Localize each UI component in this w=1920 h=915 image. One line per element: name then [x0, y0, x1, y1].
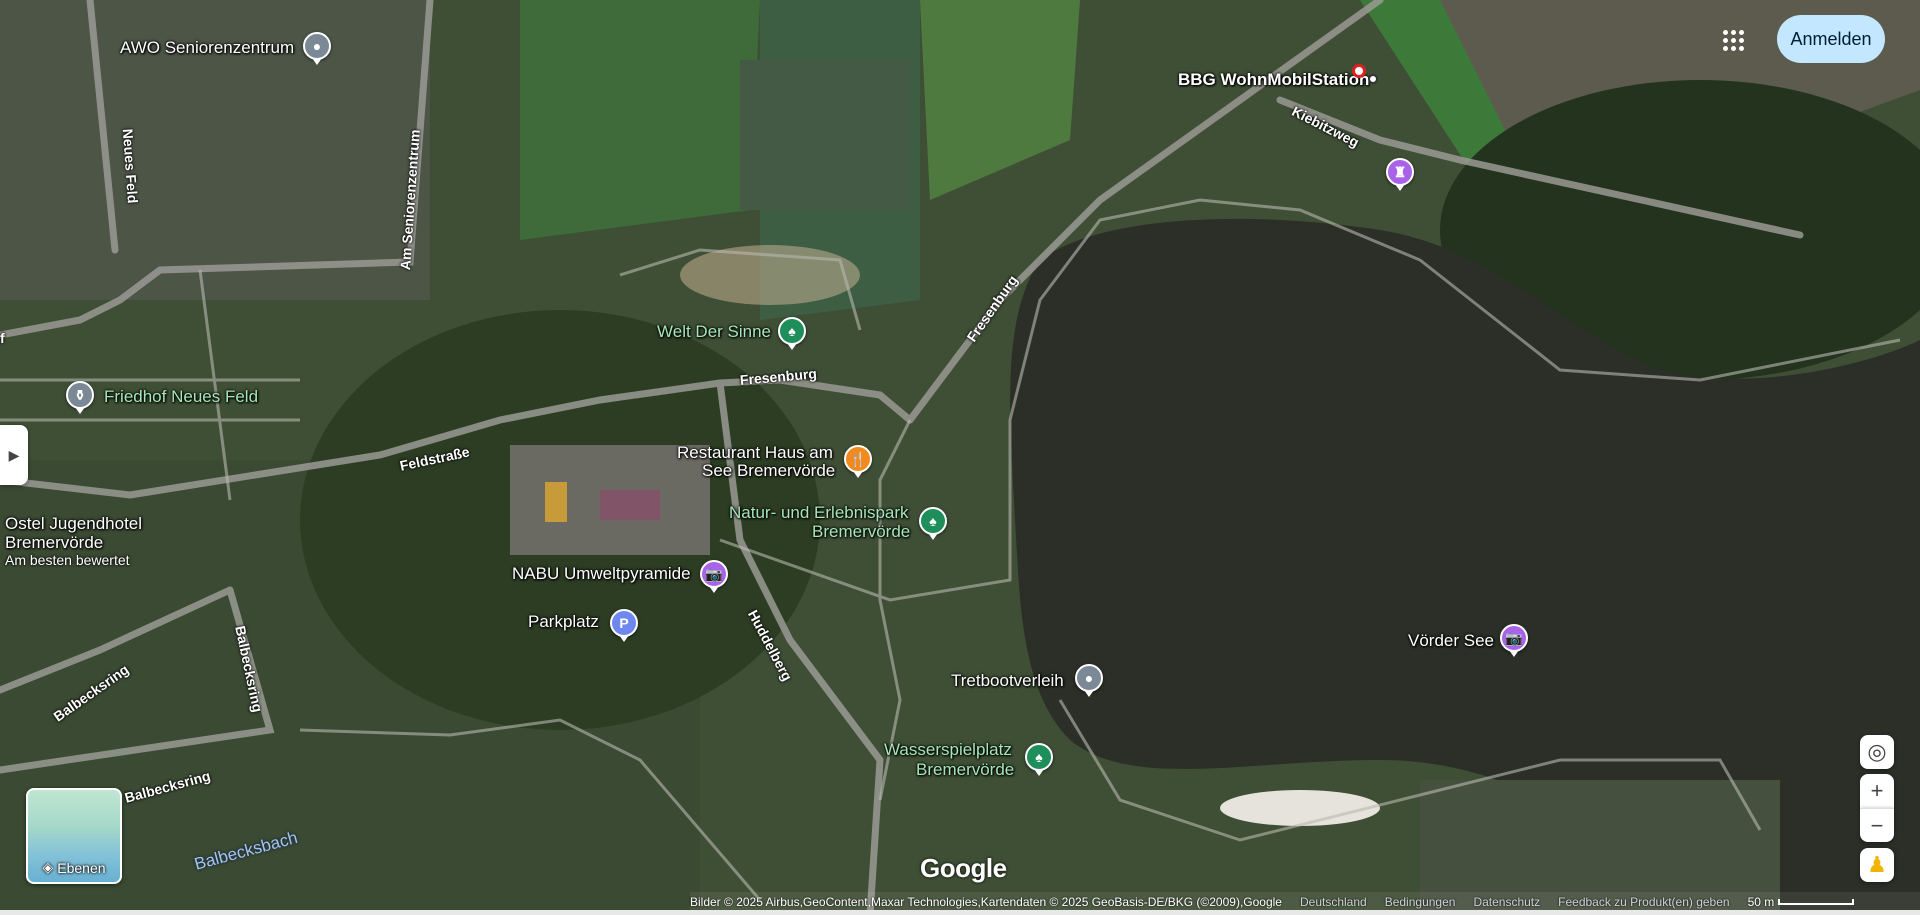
parking-pin-icon[interactable]: P: [610, 609, 638, 642]
footer-bar: Bilder © 2025 Airbus,GeoContent,Maxar Te…: [690, 892, 1920, 912]
bottom-edge: [0, 910, 1920, 915]
park-pin-welt-der-sinne-icon[interactable]: ♠: [778, 317, 806, 350]
place-label-voerder-see[interactable]: Vörder See: [1408, 631, 1494, 651]
place-pin-tretboot-icon[interactable]: ●: [1075, 664, 1103, 697]
privacy-link[interactable]: Datenschutz: [1473, 895, 1540, 909]
layers-icon: ◈: [42, 859, 54, 875]
place-label-parkplatz[interactable]: Parkplatz: [528, 612, 599, 632]
attraction-pin-voerder-see-icon[interactable]: 📷: [1500, 624, 1528, 657]
place-label-nabu[interactable]: NABU Umweltpyramide: [512, 564, 691, 584]
my-location-button[interactable]: ◎: [1860, 735, 1894, 769]
country-link[interactable]: Deutschland: [1300, 895, 1367, 909]
place-label-natur-line1[interactable]: Natur- und Erlebnispark: [729, 503, 909, 523]
imagery-attribution: Bilder © 2025 Airbus,GeoContent,Maxar Te…: [690, 895, 1282, 909]
zoom-in-button[interactable]: +: [1860, 774, 1894, 808]
place-label-wasser-line1[interactable]: Wasserspielplatz: [884, 740, 1012, 760]
place-label-bbg[interactable]: BBG WohnMobilStation: [1178, 70, 1369, 90]
terms-link[interactable]: Bedingungen: [1385, 895, 1456, 909]
place-label-tretboot[interactable]: Tretbootverleih: [951, 671, 1064, 691]
cemetery-pin-icon[interactable]: ⚱: [66, 381, 94, 414]
layers-button[interactable]: ◈ Ebenen: [26, 788, 122, 884]
zoom-out-button[interactable]: −: [1860, 808, 1894, 842]
place-label-friedhof[interactable]: Friedhof Neues Feld: [104, 387, 258, 407]
layers-label: Ebenen: [57, 859, 106, 876]
park-pin-natur-icon[interactable]: ♠: [919, 507, 947, 540]
feedback-link[interactable]: Feedback zu Produkt(en) geben: [1558, 895, 1729, 909]
place-pin-awo-icon[interactable]: ●: [303, 32, 331, 65]
road-label-edge: f: [0, 330, 5, 346]
apps-grid-icon[interactable]: [1718, 25, 1748, 55]
place-label-wasser-line2[interactable]: Bremervörde: [916, 760, 1014, 780]
crosshair-icon: ◎: [1867, 739, 1887, 764]
scale-label: 50 m: [1747, 895, 1775, 909]
sign-in-button[interactable]: Anmelden: [1777, 15, 1885, 63]
place-label-restaurant-line1[interactable]: Restaurant Haus am: [677, 443, 833, 463]
street-view-pegman-icon[interactable]: ♟: [1860, 848, 1894, 882]
place-sublabel-ostel: Am besten bewertet: [5, 552, 130, 568]
scale-bar[interactable]: 50 m: [1748, 895, 1855, 909]
park-pin-wasser-icon[interactable]: ♠: [1025, 743, 1053, 776]
place-label-ostel-line1[interactable]: Ostel Jugendhotel: [5, 514, 142, 534]
place-label-awo[interactable]: AWO Seniorenzentrum: [120, 38, 294, 58]
scale-bar-line: [1778, 899, 1855, 905]
chevron-right-icon: ▶: [8, 446, 20, 463]
place-label-welt-der-sinne[interactable]: Welt Der Sinne: [657, 322, 771, 342]
attraction-pin-nabu-icon[interactable]: 📷: [700, 560, 728, 593]
place-label-restaurant-line2[interactable]: See Bremervörde: [702, 461, 835, 481]
place-label-ostel-line2[interactable]: Bremervörde: [5, 533, 103, 553]
place-dot-bbg-icon[interactable]: [1368, 74, 1378, 84]
selected-location-marker-icon[interactable]: [1352, 64, 1366, 78]
attraction-pin-kiebitzweg-icon[interactable]: ♜: [1386, 158, 1414, 191]
google-logo: Google: [920, 853, 1007, 883]
side-panel-toggle[interactable]: ▶: [0, 425, 28, 485]
restaurant-pin-icon[interactable]: 🍴: [844, 445, 872, 478]
place-label-natur-line2[interactable]: Bremervörde: [812, 522, 910, 542]
